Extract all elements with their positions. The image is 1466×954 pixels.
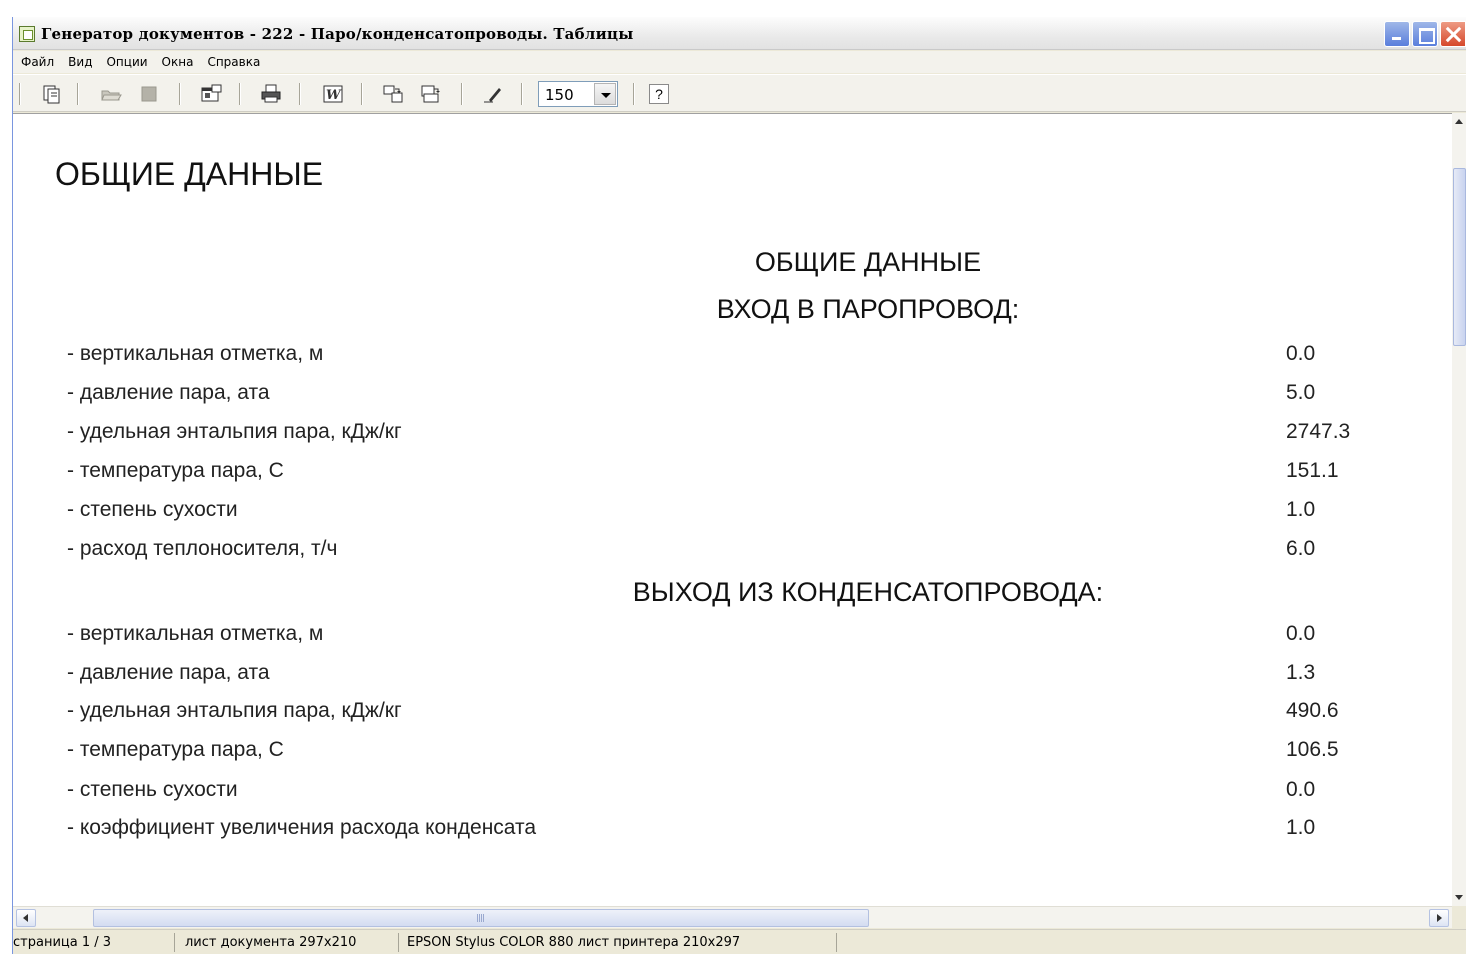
toolbar-separator [461,83,463,105]
toolbar-separator [521,83,523,105]
toolbar-grip[interactable] [19,83,21,105]
outlet-row-label: - коэффициент увеличения расхода конденс… [67,816,537,839]
inlet-row-label: - степень сухости [67,498,238,521]
outlet-row-label: - вертикальная отметка, м [67,622,324,645]
help-icon: ? [655,86,663,102]
chevron-down-icon[interactable] [594,83,616,105]
title-bar[interactable]: Генератор документов - 222 - Паро/конден… [13,17,1466,50]
outlet-row-label: - удельная энтальпия пара, кДж/кг [67,699,402,722]
outlet-row-label: - температура пара, С [67,738,284,761]
status-doc-sheet: лист документа 297x210 [185,933,399,952]
toolbar-separator [633,83,635,105]
menu-windows[interactable]: Окна [162,55,194,69]
properties-icon[interactable] [199,83,223,105]
pages-icon[interactable] [39,83,63,105]
vertical-scroll-thumb[interactable] [1453,168,1466,346]
app-icon [19,26,35,42]
scroll-up-icon[interactable] [1452,113,1466,130]
word-export-icon[interactable]: W [321,83,345,105]
outlet-row-value: 106.5 [1286,738,1339,761]
document-title: ОБЩИЕ ДАННЫЕ [754,247,982,277]
menu-view[interactable]: Вид [68,55,92,69]
status-page: страница 1 / 3 [13,933,175,952]
section-inlet-title: ВХОД В ПАРОПРОВОД: [716,294,1020,324]
inlet-row-value: 0.0 [1286,342,1316,365]
menu-options[interactable]: Опции [106,55,147,69]
inlet-row-label: - удельная энтальпия пара, кДж/кг [67,420,402,443]
inlet-row-label: - температура пара, С [67,459,284,482]
toolbar-separator [179,83,181,105]
inlet-row-value: 151.1 [1286,459,1339,482]
app-window: Генератор документов - 222 - Паро/конден… [12,17,1466,954]
scroll-right-icon[interactable] [1429,909,1449,927]
status-bar: страница 1 / 3 лист документа 297x210 EP… [13,929,1466,954]
inlet-row-value: 1.0 [1286,498,1316,521]
paste-page-icon[interactable] [419,83,443,105]
outlet-row-label: - степень сухости [67,778,238,801]
inlet-row-label: - расход теплоносителя, т/ч [67,537,338,560]
menu-bar: Файл Вид Опции Окна Справка [13,51,1466,73]
outlet-row-value: 0.0 [1286,778,1316,801]
svg-text:W: W [326,88,342,103]
help-button[interactable]: ? [649,84,669,104]
status-printer: EPSON Stylus COLOR 880 лист принтера 210… [407,933,837,952]
window-title: Генератор документов - 222 - Паро/конден… [41,25,634,43]
minimize-button[interactable] [1384,21,1410,47]
toolbar-separator [361,83,363,105]
menu-file[interactable]: Файл [21,55,54,69]
vertical-scrollbar[interactable] [1452,113,1466,906]
scroll-left-icon[interactable] [16,909,36,927]
document-view[interactable]: ОБЩИЕ ДАННЫЕ ОБЩИЕ ДАННЫЕ ВХОД В ПАРОПРО… [13,113,1452,906]
scroll-down-icon[interactable] [1452,889,1466,906]
window-controls [1384,21,1466,47]
zoom-select[interactable]: 150 [538,81,618,107]
page-heading: ОБЩИЕ ДАННЫЕ [55,156,324,192]
scroll-grip-icon [477,914,485,922]
inlet-row-value: 5.0 [1286,381,1316,404]
outlet-row-label: - давление пара, ата [67,661,270,684]
menu-help[interactable]: Справка [207,55,260,69]
horizontal-scroll-thumb[interactable] [93,909,869,927]
outlet-row-value: 1.3 [1286,661,1316,684]
stop-icon[interactable] [137,83,161,105]
maximize-button[interactable] [1412,21,1438,47]
toolbar: W 150 ? [13,74,1466,112]
open-icon[interactable] [99,83,123,105]
inlet-row-label: - давление пара, ата [67,381,270,404]
outlet-row-value: 0.0 [1286,622,1316,645]
outlet-row-value: 490.6 [1286,699,1339,722]
horizontal-scrollbar[interactable] [13,906,1452,928]
toolbar-separator [239,83,241,105]
toolbar-separator [299,83,301,105]
section-outlet-title: ВЫХОД ИЗ КОНДЕНСАТОПРОВОДА: [632,577,1104,607]
print-icon[interactable] [259,83,283,105]
pen-icon[interactable] [481,83,505,105]
zoom-value: 150 [545,86,574,104]
copy-page-icon[interactable] [381,83,405,105]
toolbar-separator [77,83,79,105]
outlet-row-value: 1.0 [1286,816,1316,839]
inlet-row-value: 2747.3 [1286,420,1351,443]
inlet-row-label: - вертикальная отметка, м [67,342,324,365]
close-button[interactable] [1440,21,1466,47]
inlet-row-value: 6.0 [1286,537,1316,560]
